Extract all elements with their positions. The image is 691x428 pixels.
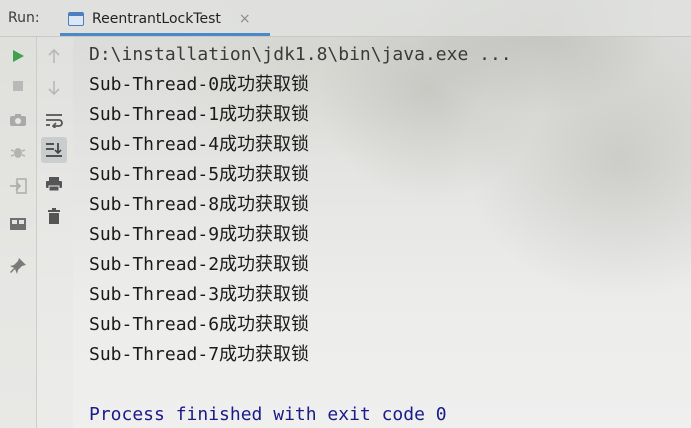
print-icon [46,177,62,192]
soft-wrap-button[interactable] [41,107,67,133]
print-button[interactable] [41,171,67,197]
clear-all-button[interactable] [41,203,67,229]
tab-title: ReentrantLockTest [92,11,221,27]
layout-icon [10,218,26,230]
dump-threads-button[interactable] [5,107,31,133]
rerun-button[interactable] [5,43,31,69]
console-output[interactable]: D:\installation\jdk1.8\bin\java.exe ... … [89,40,691,428]
console-line: Sub-Thread-5成功获取锁 [89,164,310,185]
debug-button[interactable] [5,139,31,165]
console-line: Sub-Thread-9成功获取锁 [89,224,310,245]
close-icon[interactable]: × [239,11,251,27]
console-line: Sub-Thread-8成功获取锁 [89,194,310,215]
console-line: Sub-Thread-1成功获取锁 [89,104,310,125]
console-line: Sub-Thread-2成功获取锁 [89,254,310,275]
pin-tab-button[interactable] [5,253,31,279]
run-label: Run: [8,10,40,26]
console-controls-toolbar [37,37,73,428]
console-line: Sub-Thread-0成功获取锁 [89,74,310,95]
layout-button[interactable] [5,211,31,237]
run-controls-toolbar [0,37,37,428]
exit-icon [10,178,27,194]
console-line: Sub-Thread-3成功获取锁 [89,284,310,305]
next-occurrence-button[interactable] [41,75,67,101]
up-arrow-icon [48,48,60,63]
exit-button[interactable] [5,173,31,199]
stop-button[interactable] [5,73,31,99]
trash-icon [48,208,60,224]
down-arrow-icon [48,81,60,96]
pin-icon [10,258,26,274]
process-exit-message: Process finished with exit code 0 [89,404,447,425]
tab-reentrantlocktest[interactable]: ReentrantLockTest × [60,4,259,34]
previous-occurrence-button[interactable] [41,43,67,69]
console-line: Sub-Thread-6成功获取锁 [89,314,310,335]
rerun-icon [13,50,24,62]
stop-icon [13,81,23,91]
camera-icon [10,114,26,126]
debug-icon [10,148,26,158]
console-line: Sub-Thread-7成功获取锁 [89,344,310,365]
scroll-to-end-icon [46,143,62,157]
console-line: Sub-Thread-4成功获取锁 [89,134,310,155]
run-config-icon [68,12,84,26]
active-tab-indicator [60,33,270,36]
soft-wrap-icon [46,114,63,128]
console-command-line: D:\installation\jdk1.8\bin\java.exe ... [89,44,512,65]
scroll-to-end-button[interactable] [41,137,67,163]
